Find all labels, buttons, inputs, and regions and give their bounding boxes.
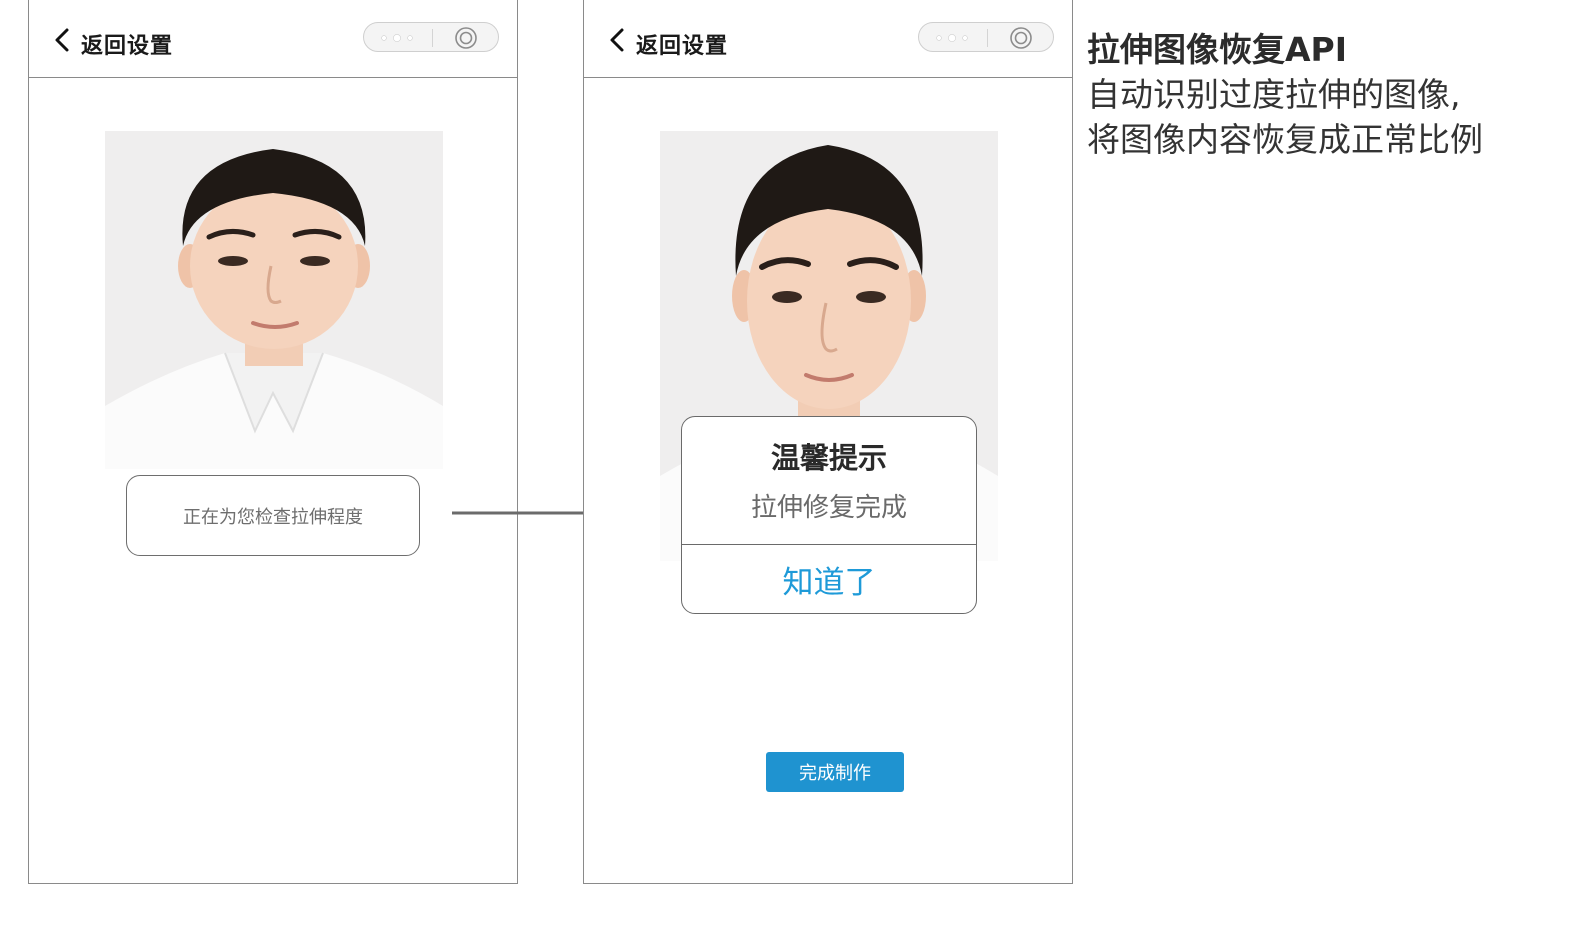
back-to-settings-link[interactable]: 返回设置 xyxy=(636,28,728,60)
more-dots-icon[interactable] xyxy=(935,33,969,43)
dialog-title: 温馨提示 xyxy=(770,441,887,475)
id-photo-before xyxy=(105,131,443,469)
dialog-message: 拉伸修复完成 xyxy=(750,493,907,523)
capsule-divider xyxy=(987,29,988,47)
chevron-left-icon[interactable] xyxy=(51,27,77,53)
feature-desc-line-1: 自动识别过度拉伸的图像, xyxy=(1087,75,1461,114)
more-dots-icon[interactable] xyxy=(380,33,414,43)
phone-frame-after: 返回设置 温馨提示 拉伸修复完成 知道了 完成制作 xyxy=(583,0,1073,884)
close-target-icon[interactable] xyxy=(454,26,478,50)
got-it-button[interactable]: 知道了 xyxy=(682,545,976,613)
tip-dialog: 温馨提示 拉伸修复完成 知道了 xyxy=(681,416,977,614)
nav-bar: 返回设置 xyxy=(584,0,1072,78)
phone-frame-before: 返回设置 正在为您检查拉伸程度 xyxy=(28,0,518,884)
chevron-left-icon[interactable] xyxy=(606,27,632,53)
check-status-box: 正在为您检查拉伸程度 xyxy=(126,475,420,556)
back-to-settings-link[interactable]: 返回设置 xyxy=(81,28,173,60)
feature-title: 拉伸图像恢复API xyxy=(1087,30,1348,69)
feature-desc-line-2: 将图像内容恢复成正常比例 xyxy=(1087,120,1483,159)
close-target-icon[interactable] xyxy=(1009,26,1033,50)
nav-bar: 返回设置 xyxy=(29,0,517,78)
feature-description: 拉伸图像恢复API 自动识别过度拉伸的图像, 将图像内容恢复成正常比例 xyxy=(1087,28,1567,162)
check-status-text: 正在为您检查拉伸程度 xyxy=(183,506,363,528)
capsule-divider xyxy=(432,29,433,47)
mini-program-capsule xyxy=(918,22,1054,52)
mini-program-capsule xyxy=(363,22,499,52)
finish-button[interactable]: 完成制作 xyxy=(766,752,904,792)
